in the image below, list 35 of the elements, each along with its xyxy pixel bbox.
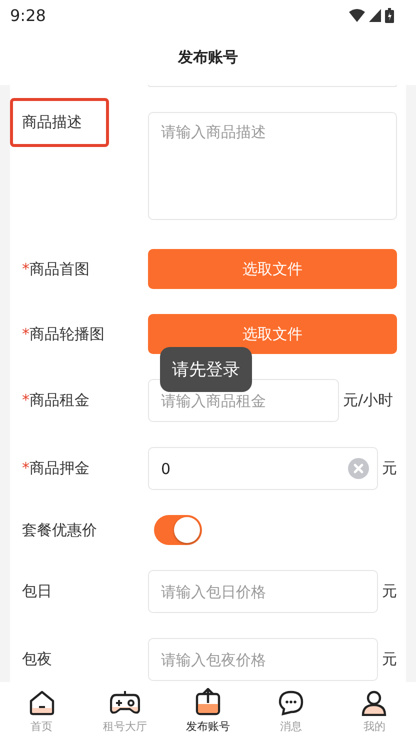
gamepad-icon[interactable] xyxy=(110,690,140,716)
toast-message: 请先登录 xyxy=(160,347,252,392)
field-label: 商品描述 xyxy=(10,98,109,147)
tab-item[interactable]: 租号大厅 xyxy=(83,682,166,740)
field-label: *商品押金 xyxy=(22,459,90,478)
signal-icon xyxy=(369,8,381,22)
person-icon[interactable] xyxy=(361,690,388,716)
wifi-icon xyxy=(349,8,365,22)
field-label: *商品租金 xyxy=(22,391,90,410)
choose-file-button[interactable]: 选取文件 xyxy=(148,249,397,289)
home-icon[interactable] xyxy=(28,690,55,716)
tab-item[interactable]: 消息 xyxy=(250,682,333,740)
description-field[interactable]: 请输入商品描述 xyxy=(148,112,397,220)
input-field[interactable]: 请输入包夜价格 xyxy=(148,638,378,681)
unit-label: 元 xyxy=(382,650,397,669)
input-field[interactable]: 请输入包日价格 xyxy=(148,570,378,613)
page-title: 发布账号 xyxy=(178,48,238,67)
toggle-switch[interactable] xyxy=(154,515,202,545)
field-label: *商品轮播图 xyxy=(22,324,104,344)
unit-label: 元 xyxy=(382,459,397,478)
choose-file-button[interactable]: 选取文件 xyxy=(148,314,397,354)
unit-label: 元 xyxy=(382,582,397,601)
chat-icon[interactable] xyxy=(278,690,304,716)
tab-item[interactable]: 发布账号 xyxy=(166,682,250,740)
upload-icon[interactable] xyxy=(194,688,221,716)
battery-icon xyxy=(385,8,394,22)
field-label: 套餐优惠价 xyxy=(22,520,97,540)
status-time: 9:28 xyxy=(10,6,46,24)
field-label: 包夜 xyxy=(22,650,52,669)
tab-item[interactable]: 我的 xyxy=(332,682,416,740)
unit-label: 元/小时 xyxy=(343,391,394,410)
field-label: 包日 xyxy=(22,582,52,601)
input-field[interactable]: 0 xyxy=(148,447,378,490)
field-label: *商品首图 xyxy=(22,260,90,278)
tab-item[interactable]: 首页 xyxy=(0,682,84,740)
